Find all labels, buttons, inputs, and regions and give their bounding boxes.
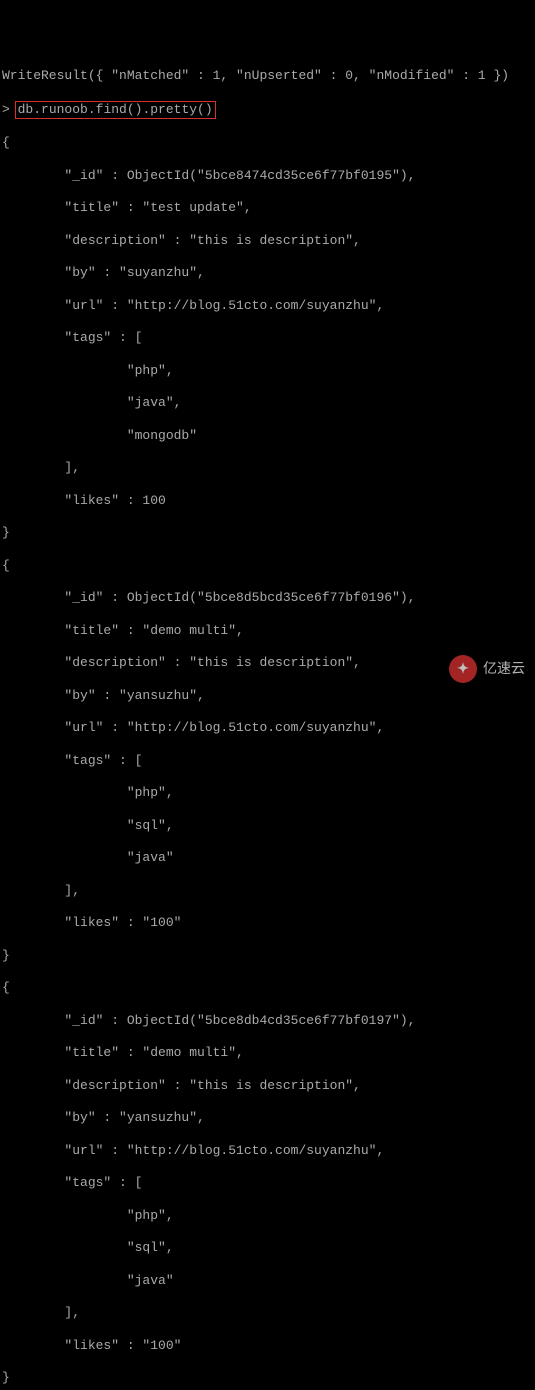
- doc-line: "title" : "test update",: [2, 200, 533, 216]
- doc-line: "likes" : 100: [2, 493, 533, 509]
- doc-line: "by" : "suyanzhu",: [2, 265, 533, 281]
- doc-line: "_id" : ObjectId("5bce8db4cd35ce6f77bf01…: [2, 1013, 533, 1029]
- command-highlight: db.runoob.find().pretty(): [15, 101, 216, 119]
- doc-line: "java",: [2, 395, 533, 411]
- doc-line: "php",: [2, 785, 533, 801]
- doc-line: "tags" : [: [2, 330, 533, 346]
- doc-line: "by" : "yansuzhu",: [2, 1110, 533, 1126]
- doc-line: "mongodb": [2, 428, 533, 444]
- doc-line: "java": [2, 850, 533, 866]
- doc-line: ],: [2, 1305, 533, 1321]
- doc-line: "description" : "this is description",: [2, 1078, 533, 1094]
- watermark: ✦ 亿速云: [449, 655, 525, 683]
- doc-line: "url" : "http://blog.51cto.com/suyanzhu"…: [2, 298, 533, 314]
- doc-line: "_id" : ObjectId("5bce8d5bcd35ce6f77bf01…: [2, 590, 533, 606]
- doc-line: "_id" : ObjectId("5bce8474cd35ce6f77bf01…: [2, 168, 533, 184]
- doc-line: "likes" : "100": [2, 915, 533, 931]
- doc-line: "tags" : [: [2, 753, 533, 769]
- doc-line: "php",: [2, 1208, 533, 1224]
- brace-close: }: [2, 1370, 533, 1386]
- doc-line: ],: [2, 883, 533, 899]
- doc-line: "java": [2, 1273, 533, 1289]
- doc-line: "php",: [2, 363, 533, 379]
- doc-line: "title" : "demo multi",: [2, 623, 533, 639]
- doc-line: "sql",: [2, 818, 533, 834]
- doc-line: "url" : "http://blog.51cto.com/suyanzhu"…: [2, 720, 533, 736]
- watermark-logo-icon: ✦: [449, 655, 477, 683]
- doc-line: "description" : "this is description",: [2, 233, 533, 249]
- header-partial: WriteResult({ "nMatched" : 1, "nUpserted…: [2, 68, 533, 84]
- brace-open: {: [2, 558, 533, 574]
- brace-open: {: [2, 135, 533, 151]
- doc-line: "sql",: [2, 1240, 533, 1256]
- prompt: >: [2, 102, 10, 117]
- doc-line: "by" : "yansuzhu",: [2, 688, 533, 704]
- doc-line: "likes" : "100": [2, 1338, 533, 1354]
- brace-close: }: [2, 948, 533, 964]
- doc-line: "title" : "demo multi",: [2, 1045, 533, 1061]
- command-line: > db.runoob.find().pretty(): [2, 101, 533, 119]
- watermark-text: 亿速云: [483, 660, 525, 678]
- doc-line: ],: [2, 460, 533, 476]
- doc-line: "url" : "http://blog.51cto.com/suyanzhu"…: [2, 1143, 533, 1159]
- doc-line: "tags" : [: [2, 1175, 533, 1191]
- brace-close: }: [2, 525, 533, 541]
- brace-open: {: [2, 980, 533, 996]
